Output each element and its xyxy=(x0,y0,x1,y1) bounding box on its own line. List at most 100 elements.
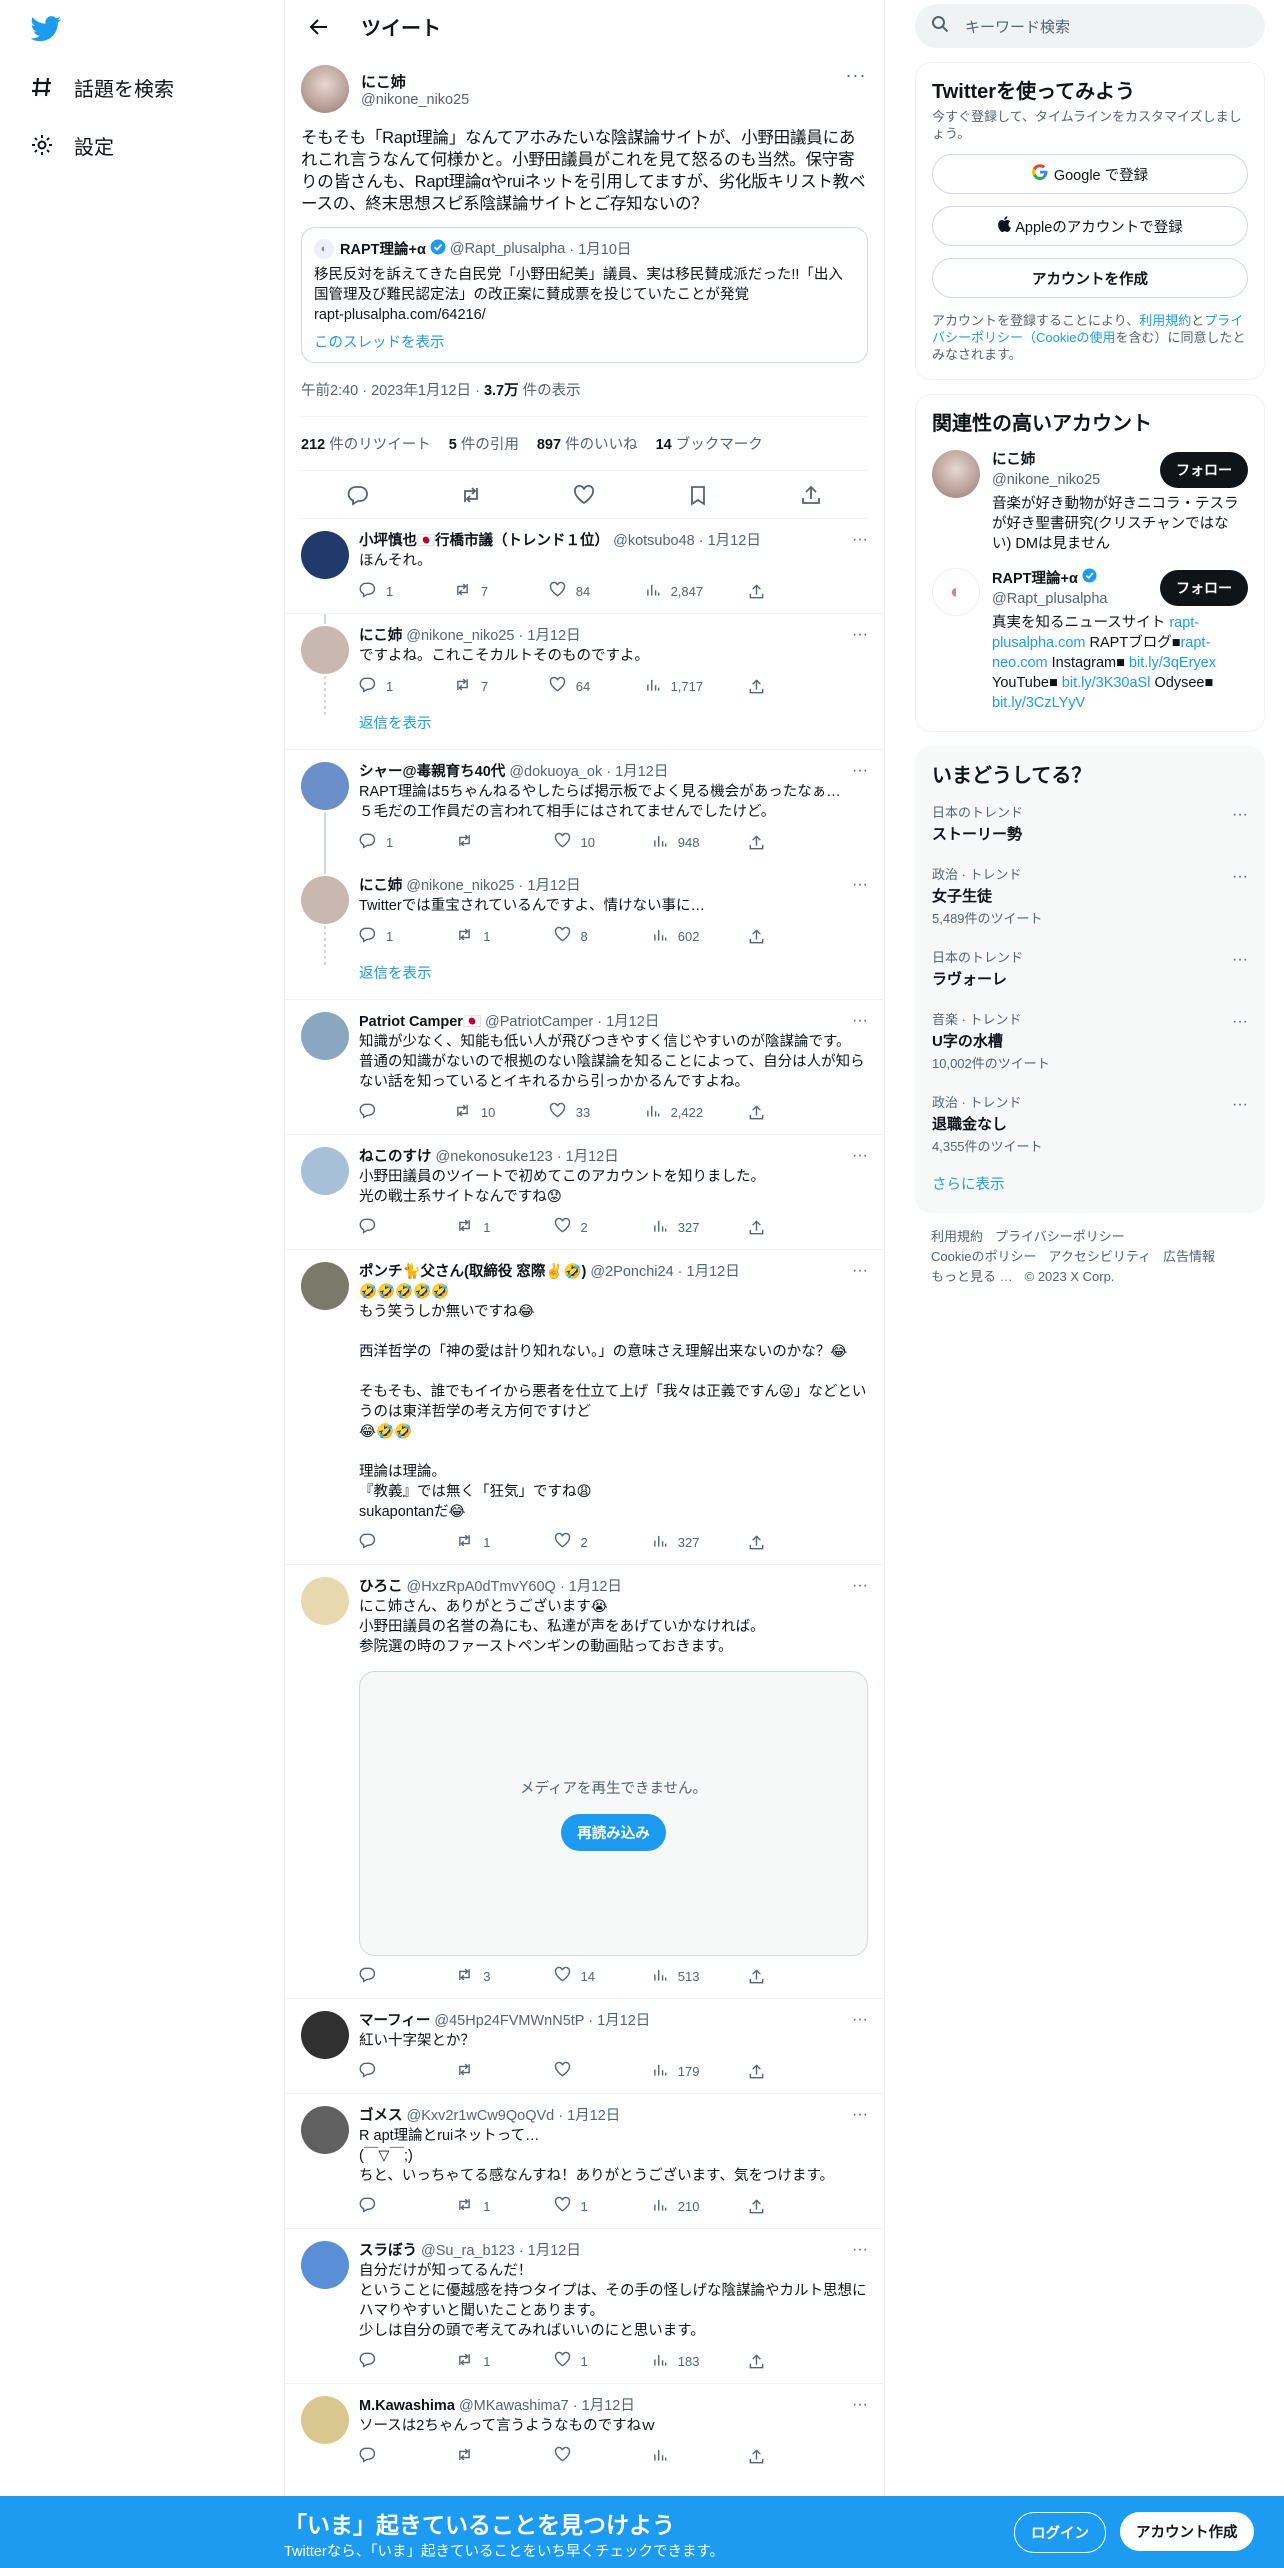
reply-tweet[interactable]: にこ姉 @nikone_niko25 · 1月12日 Twitterでは重宝されて… xyxy=(285,864,884,966)
retweet-icon[interactable] xyxy=(460,484,482,506)
more-icon[interactable]: ··· xyxy=(1232,1013,1248,1031)
reply-author-handle[interactable]: @nekonosuke123 xyxy=(436,1149,553,1165)
quote-stat[interactable]: 5 件の引用 xyxy=(449,433,519,454)
like-button[interactable]: 8 xyxy=(554,926,604,946)
more-icon[interactable]: ··· xyxy=(852,762,868,780)
author-handle[interactable]: @nikone_niko25 xyxy=(361,92,469,108)
reply-date[interactable]: · 1月12日 xyxy=(573,2398,635,2414)
reply-author-handle[interactable]: @PatriotCamper xyxy=(485,1014,593,1030)
more-icon[interactable]: ··· xyxy=(852,626,868,644)
more-icon[interactable]: ··· xyxy=(852,2106,868,2124)
more-icon[interactable]: ··· xyxy=(852,876,868,894)
reply-date[interactable]: · 1月12日 xyxy=(519,628,581,644)
reply-button[interactable]: 1 xyxy=(359,832,409,852)
views-button[interactable]: 1,717 xyxy=(644,676,703,696)
share-button[interactable] xyxy=(748,1219,798,1236)
share-button[interactable] xyxy=(748,1104,798,1121)
reply-author-handle[interactable]: @MKawashima7 xyxy=(459,2398,569,2414)
like-icon[interactable] xyxy=(573,484,595,506)
follow-button[interactable]: フォロー xyxy=(1160,452,1248,488)
avatar[interactable] xyxy=(301,1262,349,1310)
avatar[interactable] xyxy=(301,762,349,810)
reply-author-name[interactable]: ゴメス xyxy=(359,2108,403,2124)
reply-button[interactable] xyxy=(359,2061,409,2081)
google-signup-button[interactable]: Google で登録 xyxy=(932,154,1248,194)
reply-tweet[interactable]: 小坪慎也🇯🇵行橋市議（トレンド１位） @kotsubo48 · 1月12日 ほんそ… xyxy=(285,519,884,614)
more-icon[interactable]: ··· xyxy=(852,2396,868,2414)
more-icon[interactable]: ··· xyxy=(852,1147,868,1165)
retweet-button[interactable] xyxy=(456,2061,506,2081)
like-button[interactable]: 2 xyxy=(554,1217,604,1237)
retweet-button[interactable]: 1 xyxy=(456,1532,506,1552)
avatar[interactable] xyxy=(301,2011,349,2059)
share-button[interactable] xyxy=(748,2353,798,2370)
retweet-stat[interactable]: 212 件のリツイート xyxy=(301,433,431,454)
reply-author-name[interactable]: ポンチ🐈父さん(取締役 窓際✌️🤣) xyxy=(359,1264,586,1280)
avatar[interactable] xyxy=(301,2396,349,2444)
reply-tweet[interactable]: にこ姉 @nikone_niko25 · 1月12日 ですよね。これこそカルトその… xyxy=(285,614,884,716)
footer-link[interactable]: プライバシーポリシー xyxy=(995,1229,1125,1244)
reply-author-handle[interactable]: @45Hp24FVMWnN5tP xyxy=(434,2013,584,2029)
reply-date[interactable]: · 1月12日 xyxy=(558,2108,620,2124)
reply-author-handle[interactable]: @kotsubo48 xyxy=(613,533,695,549)
retweet-button[interactable]: 1 xyxy=(456,2196,506,2216)
like-button[interactable]: 84 xyxy=(549,581,599,601)
avatar[interactable] xyxy=(301,531,349,579)
reply-tweet[interactable]: ゴメス @Kxv2r1wCw9QoQVd · 1月12日 R apt理論とruiネ… xyxy=(285,2094,884,2229)
share-button[interactable] xyxy=(748,2063,798,2080)
create-account-button[interactable]: アカウントを作成 xyxy=(932,258,1248,298)
retweet-button[interactable]: 10 xyxy=(454,1102,504,1122)
nav-settings[interactable]: 設定 xyxy=(28,125,114,165)
reply-tweet[interactable]: スラぼう @Su_ra_b123 · 1月12日 自分だけが知ってるんだ！ という… xyxy=(285,2229,884,2384)
views-button[interactable] xyxy=(651,2446,701,2466)
reply-date[interactable]: · 1月12日 xyxy=(678,1264,740,1280)
views-button[interactable]: 327 xyxy=(651,1532,701,1552)
apple-signup-button[interactable]: Appleのアカウントで登録 xyxy=(932,206,1248,246)
views-button[interactable]: 513 xyxy=(651,1966,701,1986)
like-stat[interactable]: 897 件のいいね xyxy=(537,433,638,454)
show-replies-link[interactable]: 返信を表示 xyxy=(285,958,884,1000)
reply-author-name[interactable]: ねこのすけ xyxy=(359,1149,432,1165)
retweet-button[interactable]: 1 xyxy=(456,2351,506,2371)
bio-link[interactable]: bit.ly/3K30aSl xyxy=(1062,675,1151,691)
reply-tweet[interactable]: Patriot Camper🇯🇵 @PatriotCamper · 1月12日知… xyxy=(285,1000,884,1135)
reply-date[interactable]: · 1月12日 xyxy=(557,1149,619,1165)
reply-date[interactable]: · 1月12日 xyxy=(519,878,581,894)
bookmark-stat[interactable]: 14 ブックマーク xyxy=(656,433,763,454)
views-button[interactable]: 210 xyxy=(651,2196,701,2216)
avatar[interactable] xyxy=(301,2106,349,2154)
reply-button[interactable]: 1 xyxy=(359,581,409,601)
reply-author-handle[interactable]: @nikone_niko25 xyxy=(406,878,514,894)
like-button[interactable]: 64 xyxy=(549,676,599,696)
terms-link[interactable]: 利用規約 xyxy=(1139,313,1191,328)
reply-button[interactable] xyxy=(359,1102,409,1122)
reload-button[interactable]: 再読み込み xyxy=(561,1813,666,1851)
more-icon[interactable]: ··· xyxy=(1232,806,1248,824)
share-icon[interactable] xyxy=(800,484,822,506)
more-icon[interactable]: ··· xyxy=(852,1577,868,1595)
reply-date[interactable]: · 1月12日 xyxy=(606,764,668,780)
quote-tweet[interactable]: ◐ RAPT理論+α @Rapt_plusalpha · 1月10日 移民反対を… xyxy=(301,227,868,363)
share-button[interactable] xyxy=(748,928,798,945)
nav-explore[interactable]: 話題を検索 xyxy=(28,67,174,107)
footer-link[interactable]: 利用規約 xyxy=(931,1229,983,1244)
reply-author-name[interactable]: にこ姉 xyxy=(359,628,402,644)
reply-button[interactable]: 1 xyxy=(359,926,409,946)
views-button[interactable]: 948 xyxy=(651,832,701,852)
more-icon[interactable]: ··· xyxy=(844,65,868,85)
views-button[interactable]: 602 xyxy=(651,926,701,946)
reply-date[interactable]: · 1月12日 xyxy=(597,1014,659,1030)
search-input[interactable]: キーワード検索 xyxy=(915,4,1265,48)
reply-author-name[interactable]: にこ姉 xyxy=(359,878,402,894)
more-icon[interactable]: ··· xyxy=(852,1262,868,1280)
trend-item[interactable]: 政治 · トレンド 退職金なし 4,355件のツイート ··· xyxy=(932,1082,1248,1165)
reply-button[interactable] xyxy=(359,1966,409,1986)
relevant-account[interactable]: ◐ RAPT理論+α @Rapt_plusalpha 真実を知るニュースサイト … xyxy=(932,568,1248,713)
reply-author-handle[interactable]: @2Ponchi24 xyxy=(590,1264,673,1280)
views-button[interactable]: 2,422 xyxy=(644,1102,703,1122)
avatar[interactable] xyxy=(301,1012,349,1060)
reply-author-handle[interactable]: @HxzRpA0dTmvY60Q xyxy=(407,1579,556,1595)
share-button[interactable] xyxy=(748,1534,798,1551)
like-button[interactable]: 14 xyxy=(554,1966,604,1986)
author-name[interactable]: にこ姉 xyxy=(361,71,469,92)
